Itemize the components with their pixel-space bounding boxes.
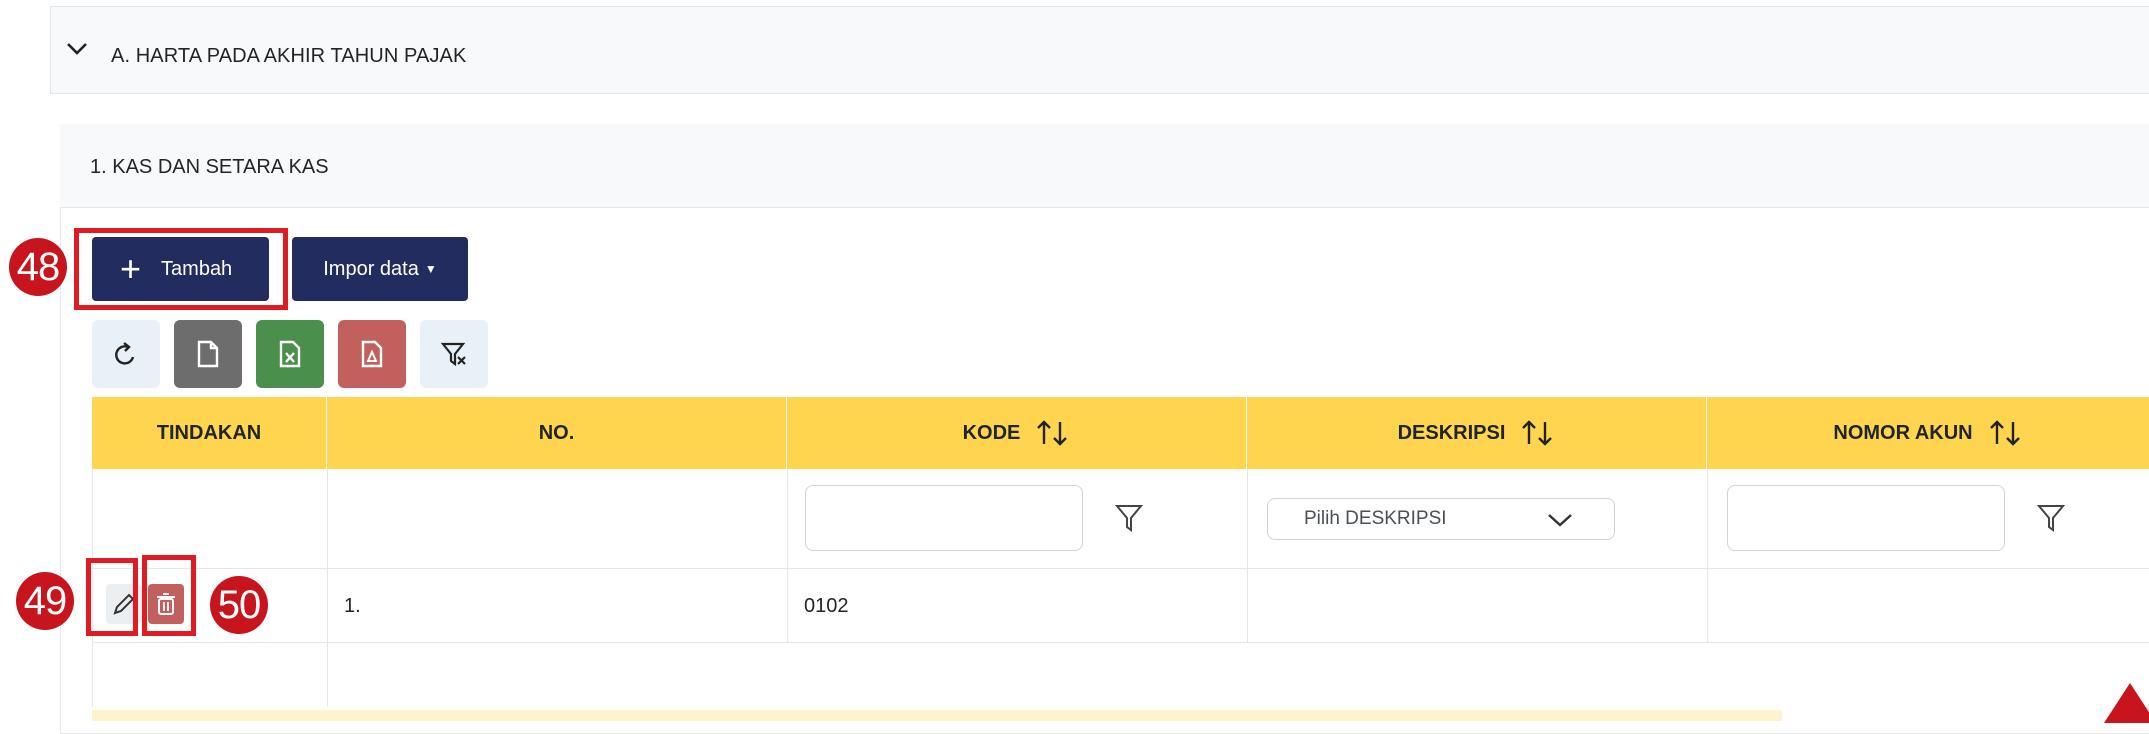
row-kode: 0102	[804, 595, 849, 617]
column-header-deskripsi[interactable]: DESKRIPSI	[1247, 397, 1707, 469]
row-no: 1.	[344, 595, 361, 617]
column-header-no: NO.	[327, 397, 787, 469]
callout-box-50	[142, 555, 196, 636]
callout-box-49	[86, 558, 138, 636]
export-file-button[interactable]	[174, 320, 242, 388]
column-header-kode[interactable]: KODE	[787, 397, 1247, 469]
deskripsi-filter-placeholder: Pilih DESKRIPSI	[1304, 508, 1447, 529]
column-header-nomor-akun[interactable]: NOMOR AKUN	[1707, 397, 2149, 469]
panel-kas-title: 1. KAS DAN SETARA KAS	[90, 156, 329, 178]
sort-icon[interactable]	[1987, 418, 2023, 448]
import-data-button[interactable]: Impor data ▼	[292, 237, 468, 301]
refresh-button[interactable]	[92, 320, 160, 388]
export-excel-button[interactable]	[256, 320, 324, 388]
callout-badge-50: 50	[210, 576, 268, 634]
pdf-file-icon	[361, 340, 383, 368]
caret-down-icon: ▼	[424, 262, 437, 276]
sort-icon[interactable]	[1519, 418, 1555, 448]
column-divider	[1707, 469, 1708, 643]
chevron-down-icon	[1548, 514, 1572, 527]
table-row	[92, 569, 2149, 643]
file-icon	[197, 340, 219, 368]
export-pdf-button[interactable]	[338, 320, 406, 388]
refresh-icon	[115, 342, 135, 365]
column-divider	[327, 469, 328, 707]
callout-badge-49: 49	[16, 572, 74, 630]
section-a-title: A. HARTA PADA AKHIR TAHUN PAJAK	[111, 45, 467, 67]
column-divider	[1247, 469, 1248, 643]
callout-box-48	[74, 228, 288, 310]
import-data-label: Impor data	[323, 257, 419, 280]
table-footer	[92, 710, 1782, 721]
filter-icon[interactable]	[2036, 502, 2066, 534]
clear-filter-button[interactable]	[420, 320, 488, 388]
excel-file-icon	[279, 340, 301, 368]
kode-filter-input[interactable]	[805, 485, 1083, 551]
sort-icon[interactable]	[1034, 418, 1070, 448]
column-header-tindakan: TINDAKAN	[92, 397, 327, 469]
chevron-down-icon[interactable]	[65, 37, 89, 61]
scroll-up-icon[interactable]	[2104, 683, 2149, 723]
filter-clear-icon	[440, 342, 466, 367]
filter-icon[interactable]	[1114, 502, 1144, 534]
callout-badge-48: 48	[9, 238, 67, 296]
deskripsi-filter-select[interactable]: Pilih DESKRIPSI	[1267, 498, 1615, 540]
nomor-akun-filter-input[interactable]	[1727, 485, 2005, 551]
panel-kas-header: 1. KAS DAN SETARA KAS	[60, 124, 2149, 208]
column-divider	[787, 469, 788, 643]
section-a-header[interactable]: A. HARTA PADA AKHIR TAHUN PAJAK	[50, 6, 2149, 94]
